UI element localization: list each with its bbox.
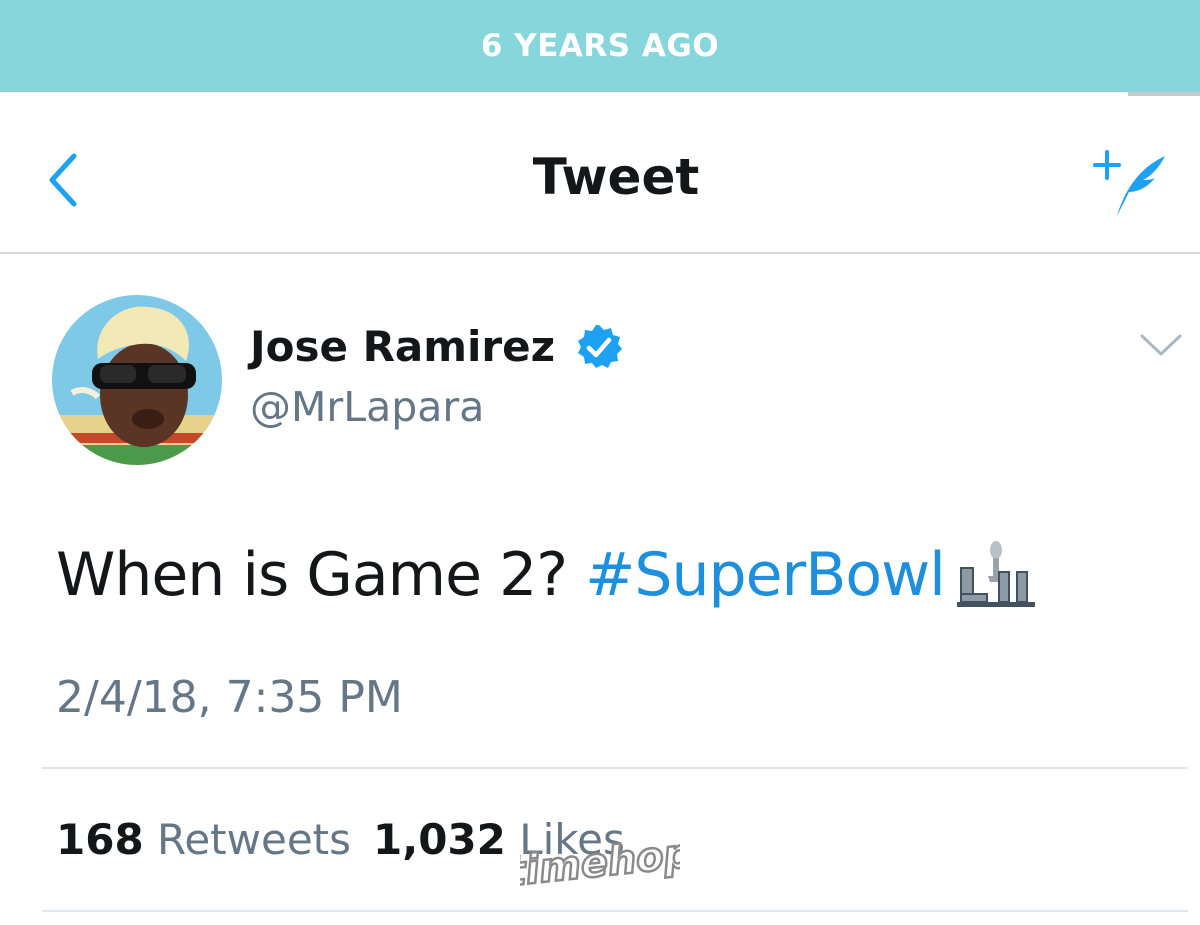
retweets-count: 168 — [56, 815, 144, 864]
divider — [42, 767, 1188, 769]
author-name[interactable]: Jose Ramirez — [250, 322, 555, 371]
retweets-label: Retweets — [157, 815, 352, 864]
tweet-body: When is Game 2? — [56, 540, 586, 610]
author-handle[interactable]: @MrLapara — [250, 383, 484, 431]
compose-tweet-icon — [1093, 150, 1165, 216]
likes-count: 1,032 — [373, 815, 506, 864]
super-bowl-lii-logo-icon — [957, 541, 1035, 607]
watermark-text: timehop — [520, 830, 680, 895]
timehop-banner: 6 YEARS AGO — [0, 0, 1200, 92]
navigation-bar: Tweet — [0, 96, 1200, 254]
tweet-text: When is Game 2? #SuperBowl — [56, 540, 946, 610]
avatar[interactable] — [52, 295, 222, 465]
tweet-timestamp: 2/4/18, 7:35 PM — [56, 672, 403, 723]
timehop-watermark: timehop — [520, 830, 680, 897]
verified-badge-icon — [578, 325, 622, 368]
retweets-stat[interactable]: 168 Retweets — [56, 815, 351, 864]
chevron-down-icon[interactable] — [1138, 330, 1184, 360]
hashtag-link[interactable]: #SuperBowl — [585, 540, 946, 610]
banner-label: 6 YEARS AGO — [480, 28, 720, 64]
page-title: Tweet — [532, 148, 700, 206]
compose-tweet-button[interactable] — [1093, 146, 1169, 220]
divider — [42, 910, 1188, 912]
